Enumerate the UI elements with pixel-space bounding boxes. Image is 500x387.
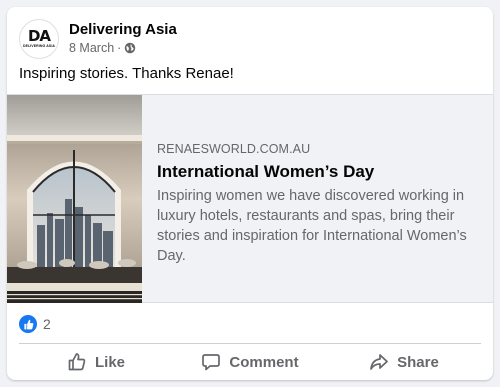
- comment-icon: [202, 354, 221, 371]
- globe-icon[interactable]: [124, 42, 136, 54]
- link-domain: RENAESWORLD.COM.AU: [157, 142, 311, 156]
- post-card: DA DELIVERING ASIA Delivering Asia 8 Mar…: [7, 7, 493, 380]
- post-date-link[interactable]: 8 March: [69, 41, 114, 55]
- comment-label: Comment: [229, 353, 299, 371]
- link-info[interactable]: RENAESWORLD.COM.AU International Women’s…: [157, 142, 477, 266]
- luxury-hotel-arched-window-image: [7, 95, 142, 303]
- like-reaction-icon: [19, 315, 37, 333]
- link-description: Inspiring women we have discovered worki…: [157, 188, 467, 264]
- page-name-link[interactable]: Delivering Asia: [69, 21, 177, 38]
- avatar-logo-text: DELIVERING ASIA: [22, 44, 56, 48]
- like-label: Like: [94, 353, 125, 371]
- reactions-summary[interactable]: 2: [19, 312, 51, 336]
- avatar-logo-mark: DA: [27, 27, 51, 45]
- share-button[interactable]: Share: [327, 345, 481, 379]
- reaction-count[interactable]: 2: [43, 316, 51, 332]
- link-title[interactable]: International Women’s Day: [157, 162, 477, 182]
- thumbs-up-icon: [68, 353, 86, 371]
- share-label: Share: [397, 353, 439, 371]
- comment-button[interactable]: Comment: [173, 345, 327, 379]
- meta-separator: ·: [117, 41, 122, 55]
- post-text: Inspiring stories. Thanks Renae!: [19, 65, 234, 82]
- post-actions: Like Comment Share: [19, 345, 481, 379]
- share-arrow-icon: [370, 354, 388, 370]
- like-button[interactable]: Like: [19, 345, 173, 379]
- post-header: DA DELIVERING ASIA Delivering Asia 8 Mar…: [19, 19, 479, 59]
- link-thumbnail[interactable]: [7, 95, 142, 303]
- actions-divider: [19, 343, 481, 344]
- avatar[interactable]: DA DELIVERING ASIA: [19, 19, 59, 59]
- post-meta: 8 March ·: [69, 41, 136, 55]
- link-preview[interactable]: RENAESWORLD.COM.AU International Women’s…: [7, 94, 493, 303]
